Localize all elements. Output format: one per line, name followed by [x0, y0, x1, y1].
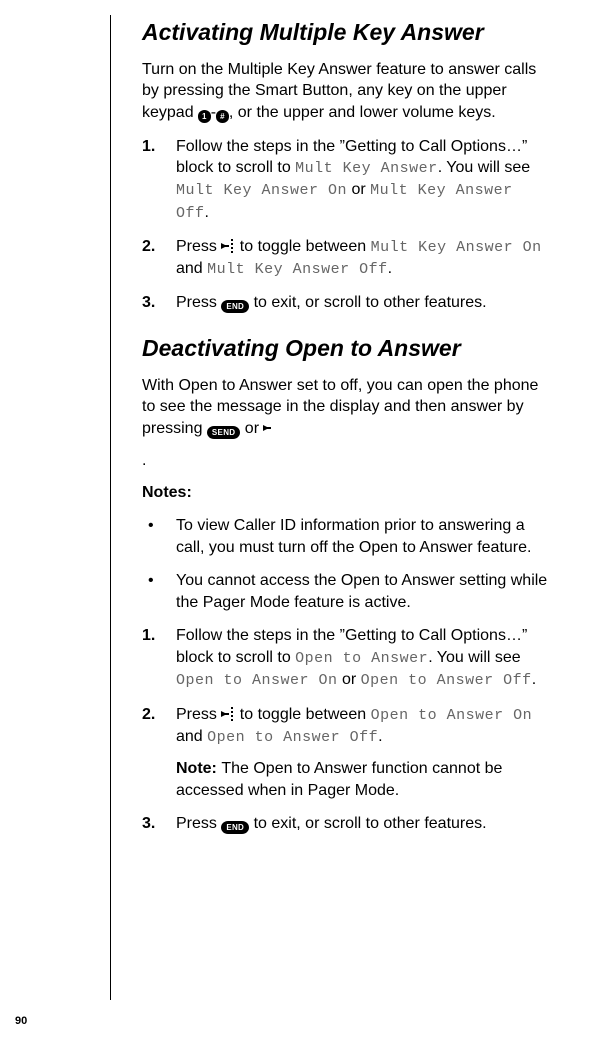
step-number: 2. — [142, 236, 170, 258]
step-text: or — [347, 181, 370, 198]
intro2-text-c: . — [142, 452, 146, 469]
note-body: The Open to Answer function cannot be ac… — [176, 760, 502, 799]
step-text: Press — [176, 815, 221, 832]
step-1-2: 2. Press to toggle between Mult Key Answ… — [142, 236, 551, 281]
content-column: Activating Multiple Key Answer Turn on t… — [120, 18, 551, 835]
note-label: Note: — [176, 760, 221, 777]
step-text: to toggle between — [235, 238, 370, 255]
intro1-text-b: , or the upper and lower volume keys. — [229, 104, 496, 121]
lcd-text: Open to Answer On — [176, 672, 338, 689]
steps-list-1: 1. Follow the steps in the ”Getting to C… — [142, 136, 551, 314]
key-end-icon: END — [221, 821, 249, 834]
step-text: . You will see — [438, 159, 531, 176]
step-text: Press — [176, 294, 221, 311]
step-number: 2. — [142, 704, 170, 726]
step-text: or — [338, 671, 361, 688]
note-bullet-2: • You cannot access the Open to Answer s… — [142, 570, 551, 613]
lcd-text: Open to Answer — [295, 650, 428, 667]
lcd-text: Mult Key Answer — [295, 160, 438, 177]
lcd-text: Open to Answer Off — [207, 729, 378, 746]
heading-deactivating-ota: Deactivating Open to Answer — [142, 334, 551, 363]
step-number: 1. — [142, 136, 170, 158]
rocker-icon — [263, 421, 277, 435]
lcd-text: Mult Key Answer On — [371, 239, 542, 256]
step-2-1: 1. Follow the steps in the ”Getting to C… — [142, 625, 551, 691]
key-1-icon: 1 — [198, 110, 211, 123]
manual-page: 90 Activating Multiple Key Answer Turn o… — [0, 0, 601, 1055]
step-text: to toggle between — [235, 706, 370, 723]
notes-label: Notes: — [142, 482, 551, 504]
steps-list-2: 1. Follow the steps in the ”Getting to C… — [142, 625, 551, 834]
key-end-icon: END — [221, 300, 249, 313]
step-2-3: 3. Press END to exit, or scroll to other… — [142, 813, 551, 835]
note-text: You cannot access the Open to Answer set… — [176, 572, 547, 611]
key-send-icon: SEND — [207, 426, 240, 439]
intro-paragraph-1: Turn on the Multiple Key Answer feature … — [142, 59, 551, 124]
lcd-text: Mult Key Answer On — [176, 182, 347, 199]
step-1-3: 3. Press END to exit, or scroll to other… — [142, 292, 551, 314]
notes-list: • To view Caller ID information prior to… — [142, 515, 551, 613]
lcd-text: Mult Key Answer Off — [207, 261, 388, 278]
bullet-icon: • — [148, 570, 154, 592]
section-deactivating-ota: Deactivating Open to Answer With Open to… — [142, 334, 551, 835]
page-number: 90 — [15, 1015, 27, 1027]
step-text: . You will see — [428, 649, 521, 666]
step-number: 3. — [142, 292, 170, 314]
note-text: To view Caller ID information prior to a… — [176, 517, 531, 556]
step-number: 1. — [142, 625, 170, 647]
step-text: to exit, or scroll to other features. — [249, 294, 486, 311]
step-text: to exit, or scroll to other features. — [249, 815, 486, 832]
step-2-2: 2. Press to toggle between Open to Answe… — [142, 704, 551, 802]
intro2-text-b: or — [240, 420, 263, 437]
step-number: 3. — [142, 813, 170, 835]
step-text: . — [205, 204, 209, 221]
lcd-text: Open to Answer On — [371, 707, 533, 724]
step-1-1: 1. Follow the steps in the ”Getting to C… — [142, 136, 551, 224]
step-text: and — [176, 728, 207, 745]
key-hash-icon: # — [216, 110, 229, 123]
step-text: . — [532, 671, 536, 688]
intro-paragraph-2: With Open to Answer set to off, you can … — [142, 375, 551, 440]
step-text: Press — [176, 706, 221, 723]
heading-activating-mka: Activating Multiple Key Answer — [142, 18, 551, 47]
bullet-icon: • — [148, 515, 154, 537]
inline-note: Note: The Open to Answer function cannot… — [176, 758, 551, 801]
step-text: and — [176, 260, 207, 277]
lcd-text: Open to Answer Off — [361, 672, 532, 689]
intro2-text-a: With Open to Answer set to off, you can … — [142, 377, 538, 437]
note-bullet-1: • To view Caller ID information prior to… — [142, 515, 551, 558]
step-text: . — [378, 728, 382, 745]
rocker-icon — [221, 239, 235, 253]
step-text: . — [388, 260, 392, 277]
step-text: Press — [176, 238, 221, 255]
rocker-icon — [221, 707, 235, 721]
vertical-rule — [110, 15, 111, 1000]
